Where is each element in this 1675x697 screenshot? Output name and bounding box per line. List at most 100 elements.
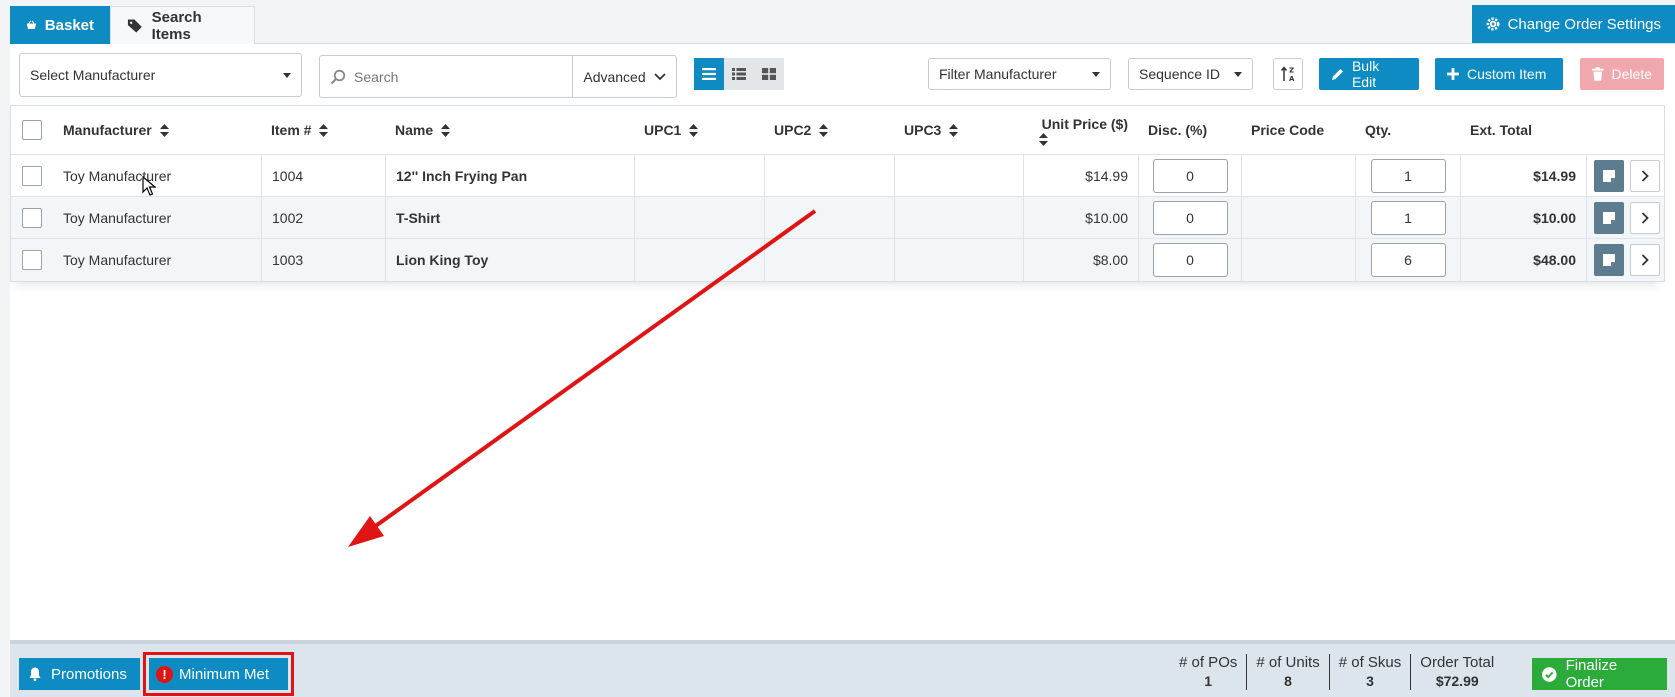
- ext-total-cell: $10.00: [1460, 197, 1586, 238]
- view-toggle-group: [694, 58, 784, 90]
- table-row: Toy Manufacturer 1003 Lion King Toy $8.0…: [11, 239, 1664, 281]
- column-header-discount: Disc. (%): [1138, 106, 1241, 154]
- ext-total-cell: $48.00: [1460, 239, 1586, 281]
- item-name-cell: Lion King Toy: [385, 239, 634, 281]
- discount-input[interactable]: [1152, 243, 1228, 277]
- item-note-button[interactable]: [1593, 244, 1624, 276]
- price-code-cell: [1241, 197, 1355, 238]
- column-header-manufacturer[interactable]: Manufacturer: [53, 106, 261, 154]
- upc2-cell: [764, 239, 894, 281]
- finalize-order-button[interactable]: Finalize Order: [1532, 657, 1667, 691]
- list-view-button[interactable]: [694, 58, 724, 90]
- manufacturer-cell: Toy Manufacturer: [63, 252, 172, 268]
- unit-price-cell: $14.99: [1023, 155, 1138, 196]
- upc3-cell: [894, 155, 1023, 196]
- column-upc2-label: UPC2: [774, 122, 812, 138]
- promotions-button[interactable]: Promotions: [19, 658, 140, 690]
- item-details-button[interactable]: [1629, 159, 1660, 192]
- chevron-right-icon: [1641, 211, 1649, 224]
- table-row: Toy Manufacturer 1002 T-Shirt $10.00 $10…: [11, 197, 1664, 239]
- stat-skus-value: 3: [1366, 673, 1374, 689]
- quantity-input[interactable]: [1370, 158, 1446, 193]
- quantity-input[interactable]: [1370, 243, 1446, 277]
- trash-icon: [1592, 67, 1604, 81]
- minimum-met-button[interactable]: ! Minimum Met: [149, 658, 288, 690]
- item-note-button[interactable]: [1593, 201, 1624, 234]
- detail-view-icon: [732, 68, 746, 80]
- row-actions-cell: [1586, 155, 1666, 196]
- column-header-quantity: Qty.: [1355, 106, 1460, 154]
- item-note-button[interactable]: [1593, 159, 1624, 192]
- plus-icon: [1447, 68, 1459, 80]
- chevron-right-icon: [1641, 254, 1649, 266]
- row-actions-cell: [1586, 239, 1666, 281]
- note-icon: [1602, 254, 1615, 266]
- custom-item-button[interactable]: Custom Item: [1435, 58, 1563, 90]
- select-all-checkbox[interactable]: [22, 120, 42, 140]
- row-checkbox[interactable]: [22, 207, 42, 228]
- upc1-cell: [634, 197, 764, 238]
- sort-direction-button[interactable]: ZA: [1273, 58, 1303, 90]
- item-details-button[interactable]: [1629, 244, 1660, 276]
- stat-order-total-label: Order Total: [1420, 654, 1495, 671]
- item-number-cell: 1002: [261, 197, 385, 238]
- detail-view-button[interactable]: [724, 58, 754, 90]
- column-header-upc2[interactable]: UPC2: [764, 106, 894, 154]
- item-details-button[interactable]: [1629, 201, 1660, 234]
- tab-basket[interactable]: Basket: [10, 6, 110, 44]
- stat-order-total-value: $72.99: [1435, 673, 1479, 689]
- column-header-name[interactable]: Name: [385, 106, 634, 154]
- advanced-search-button[interactable]: Advanced: [572, 56, 676, 97]
- delete-button[interactable]: Delete: [1580, 58, 1664, 90]
- order-footer: Promotions ! Minimum Met # of POs 1 # of…: [10, 640, 1675, 697]
- stat-pos-label: # of POs: [1179, 654, 1238, 671]
- svg-text:Z: Z: [1289, 67, 1294, 75]
- sort-icon: [441, 123, 451, 137]
- unit-price-cell: $10.00: [1023, 197, 1138, 238]
- discount-cell: [1138, 155, 1241, 196]
- column-discount-label: Disc. (%): [1148, 122, 1208, 138]
- upc3-cell: [894, 197, 1023, 238]
- list-view-icon: [702, 68, 716, 80]
- column-header-upc1[interactable]: UPC1: [634, 106, 764, 154]
- stat-order-total: Order Total $72.99: [1410, 654, 1503, 690]
- sort-icon: [949, 123, 959, 137]
- change-order-settings-button[interactable]: Change Order Settings: [1471, 5, 1675, 43]
- select-manufacturer-dropdown[interactable]: Select Manufacturer: [19, 53, 302, 97]
- unit-price-cell: $8.00: [1023, 239, 1138, 281]
- order-stats: # of POs 1 # of Units 8 # of Skus 3 Orde…: [1170, 654, 1503, 690]
- column-upc1-label: UPC1: [644, 122, 682, 138]
- filter-manufacturer-dropdown[interactable]: Filter Manufacturer: [928, 58, 1111, 90]
- upc1-cell: [634, 239, 764, 281]
- quantity-input[interactable]: [1370, 200, 1446, 235]
- upc1-cell: [634, 155, 764, 196]
- sort-icon: [159, 123, 169, 137]
- column-header-unit-price[interactable]: Unit Price ($): [1023, 106, 1138, 154]
- column-header-ext-total: Ext. Total: [1460, 106, 1586, 154]
- grid-view-button[interactable]: [754, 58, 784, 90]
- sequence-id-dropdown[interactable]: Sequence ID: [1128, 58, 1253, 90]
- row-select-cell: [11, 239, 53, 281]
- price-code-cell: [1241, 155, 1355, 196]
- sort-icon: [319, 123, 329, 137]
- item-number-cell: 1004: [261, 155, 385, 196]
- stat-skus-label: # of Skus: [1338, 654, 1402, 671]
- discount-input[interactable]: [1152, 200, 1228, 235]
- column-header-item-number[interactable]: Item #: [261, 106, 385, 154]
- tab-search-items[interactable]: Search Items: [110, 6, 255, 44]
- item-number-cell: 1003: [261, 239, 385, 281]
- discount-cell: [1138, 197, 1241, 238]
- bulk-edit-button[interactable]: Bulk Edit: [1319, 58, 1419, 90]
- search-input[interactable]: [320, 56, 572, 97]
- row-checkbox[interactable]: [22, 165, 42, 186]
- caret-down-icon: [283, 72, 291, 78]
- column-header-upc3[interactable]: UPC3: [894, 106, 1023, 154]
- select-all-cell: [11, 106, 53, 154]
- row-checkbox[interactable]: [22, 250, 42, 270]
- filter-manufacturer-value: Filter Manufacturer: [939, 66, 1057, 82]
- column-upc3-label: UPC3: [904, 122, 942, 138]
- column-ext-total-label: Ext. Total: [1470, 122, 1532, 138]
- discount-input[interactable]: [1152, 158, 1228, 193]
- column-header-price-code: Price Code: [1241, 106, 1355, 154]
- basket-items-table: Manufacturer Item # Name UPC1 UPC2 UPC3 …: [10, 105, 1665, 282]
